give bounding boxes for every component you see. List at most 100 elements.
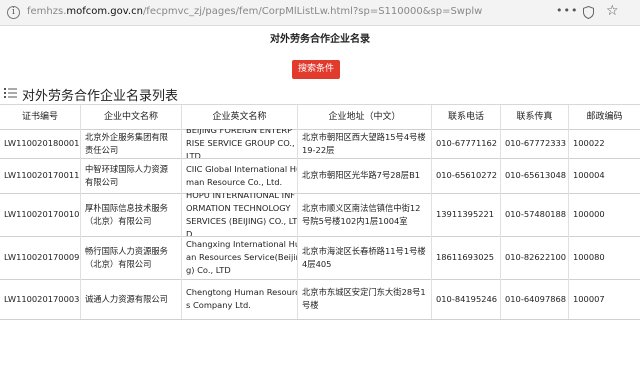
cell-text: HOPU INTERNATIONAL INF: [186, 193, 296, 200]
cell-text: RISE SERVICE GROUP CO.,: [186, 138, 295, 148]
cell-text: 北京市朝阳区西大望路15号4号楼: [302, 131, 426, 142]
more-icon[interactable]: •••: [556, 4, 578, 17]
cell-text: LW110020170009: [4, 252, 80, 262]
cell-text: Changxing International Hum: [186, 239, 297, 249]
cell-text: 北京市朝阳区光华路7号28层B1: [302, 170, 421, 180]
page-title: 对外劳务合作企业名录: [270, 34, 370, 45]
cell-phone: 010-67771162: [431, 129, 500, 158]
cell-text: s Company Ltd.: [186, 300, 251, 310]
cell-fax: 010-57480188: [500, 193, 568, 236]
url-domain: mofcom.gov.cn: [66, 6, 143, 17]
cell-text: 19-22层: [302, 144, 335, 155]
list-heading: 对外劳务合作企业名录列表: [22, 89, 179, 104]
cell-zip: 100004: [568, 158, 640, 193]
cell-text: man Resource Co., Ltd.: [186, 176, 283, 187]
url-path: /fecpmvc_zj/pages/fem/CorpMlListLw.html?…: [142, 6, 483, 17]
cell-text: LW110020170010: [4, 209, 80, 219]
cell-text: 北京市顺义区南法信镇信中街12: [302, 202, 421, 213]
row-divider: [0, 319, 640, 320]
cell-en-name: HOPU INTERNATIONAL INF ORMATION TECHNOLOG…: [181, 193, 297, 236]
cell-text: 010-65610272: [436, 170, 498, 180]
header-phone: 联系电话: [431, 105, 500, 129]
cell-address: 北京市朝阳区光华路7号28层B1: [297, 158, 431, 193]
header-fax: 联系传真: [500, 105, 568, 129]
cell-text: 010-65613048: [505, 170, 567, 180]
cell-text: 100000: [573, 209, 605, 219]
cell-text: BEIJING FOREIGN ENTERP: [186, 129, 293, 135]
header-en-name: 企业英文名称: [181, 105, 297, 129]
cell-text: 号楼: [302, 300, 319, 310]
cell-cert: LW110020170009: [0, 236, 80, 279]
cell-zip: 100000: [568, 193, 640, 236]
cell-text: g) Co., LTD: [186, 265, 231, 275]
cell-text: 号院5号楼102内1层1004室: [302, 215, 408, 226]
cell-text: ORMATION TECHNOLOGY: [186, 202, 291, 213]
cell-text: 畅行国际人力资源服务: [85, 245, 168, 256]
cell-cert: LW110020170010: [0, 193, 80, 236]
cell-text: 100080: [573, 252, 605, 262]
cell-text: LTD: [186, 151, 201, 158]
cell-text: 010-67771162: [436, 138, 498, 148]
cell-zip: 100080: [568, 236, 640, 279]
cell-cn-name: 北京外企服务集团有限 责任公司: [80, 129, 181, 158]
cell-text: 18611693025: [436, 252, 495, 262]
cell-en-name: CIIC Global International Hu man Resource…: [181, 158, 297, 193]
cell-text: CIIC Global International Hu: [186, 163, 297, 174]
cell-en-name: Chengtong Human Resource s Company Ltd.: [181, 279, 297, 319]
cell-text: 100022: [573, 138, 605, 148]
cell-text: 010-84195246: [436, 293, 498, 304]
cell-text: SERVICES (BEIJING) CO., LT: [186, 215, 297, 226]
cell-text: 010-82622100: [505, 252, 567, 262]
cell-cn-name: 诚通人力资源有限公司: [80, 279, 181, 319]
enterprise-table: 证书编号 企业中文名称 企业英文名称 企业地址（中文） 联系电话 联系传真 邮政编码 LW11…: [0, 104, 640, 366]
cell-en-name: Changxing International Hum an Resources …: [181, 236, 297, 279]
cell-text: 北京市海淀区长春桥路11号1号楼: [302, 245, 426, 256]
cell-cn-name: 厚朴国际信息技术服务 （北京）有限公司: [80, 193, 181, 236]
cell-text: 北京外企服务集团有限: [85, 131, 168, 142]
cell-address: 北京市朝阳区西大望路15号4号楼 19-22层: [297, 129, 431, 158]
cell-text: 13911395221: [436, 209, 495, 219]
cell-zip: 100022: [568, 129, 640, 158]
cell-phone: 13911395221: [431, 193, 500, 236]
cell-fax: 010-82622100: [500, 236, 568, 279]
cell-fax: 010-64097868: [500, 279, 568, 319]
header-zip: 邮政编码: [568, 105, 640, 129]
url-prefix: femhzs.: [27, 6, 67, 17]
search-conditions-button[interactable]: 搜索条件: [292, 60, 340, 79]
cell-text: Chengtong Human Resource: [186, 287, 297, 297]
cell-text: 责任公司: [85, 144, 119, 155]
cell-phone: 010-65610272: [431, 158, 500, 193]
cell-cn-name: 畅行国际人力资源服务 （北京）有限公司: [80, 236, 181, 279]
cell-text: 010-67772333: [505, 138, 567, 148]
cell-text: 100007: [573, 293, 605, 304]
cell-address: 北京市顺义区南法信镇信中街12 号院5号楼102内1层1004室: [297, 193, 431, 236]
cell-cn-name: 中智环球国际人力资源 有限公司: [80, 158, 181, 193]
cell-cert: LW110020170011: [0, 158, 80, 193]
shield-icon[interactable]: [583, 6, 594, 19]
list-icon: [4, 88, 17, 98]
cell-phone: 010-84195246: [431, 279, 500, 319]
cell-text: 中智环球国际人力资源: [85, 163, 168, 174]
cell-text: 100004: [573, 170, 605, 180]
cell-text: 010-64097868: [505, 293, 567, 304]
cell-text: D: [186, 228, 193, 237]
cell-text: 诚通人力资源有限公司: [85, 293, 168, 304]
cell-text: 厚朴国际信息技术服务: [85, 202, 168, 213]
cell-text: 4层405: [302, 258, 332, 269]
browser-url-bar[interactable]: i femhzs.mofcom.gov.cn/fecpmvc_zj/pages/…: [0, 0, 640, 26]
header-cert-number: 证书编号: [21, 112, 58, 122]
cell-fax: 010-65613048: [500, 158, 568, 193]
cell-zip: 100007: [568, 279, 640, 319]
header-cn-name: 企业中文名称: [80, 105, 181, 129]
cell-fax: 010-67772333: [500, 129, 568, 158]
cell-text: 010-57480188: [505, 209, 567, 219]
cell-text: 有限公司: [85, 176, 119, 187]
cell-text: LW110020180001: [4, 138, 80, 148]
cell-text: （北京）有限公司: [85, 215, 152, 226]
info-icon[interactable]: i: [7, 6, 20, 19]
cell-phone: 18611693025: [431, 236, 500, 279]
cell-text: an Resources Service(Beijin: [186, 252, 297, 262]
star-icon[interactable]: ☆: [606, 3, 619, 19]
url-text[interactable]: femhzs.mofcom.gov.cn/fecpmvc_zj/pages/fe…: [27, 6, 482, 17]
cell-en-name: BEIJING FOREIGN ENTERP RISE SERVICE GROUP…: [181, 129, 297, 158]
